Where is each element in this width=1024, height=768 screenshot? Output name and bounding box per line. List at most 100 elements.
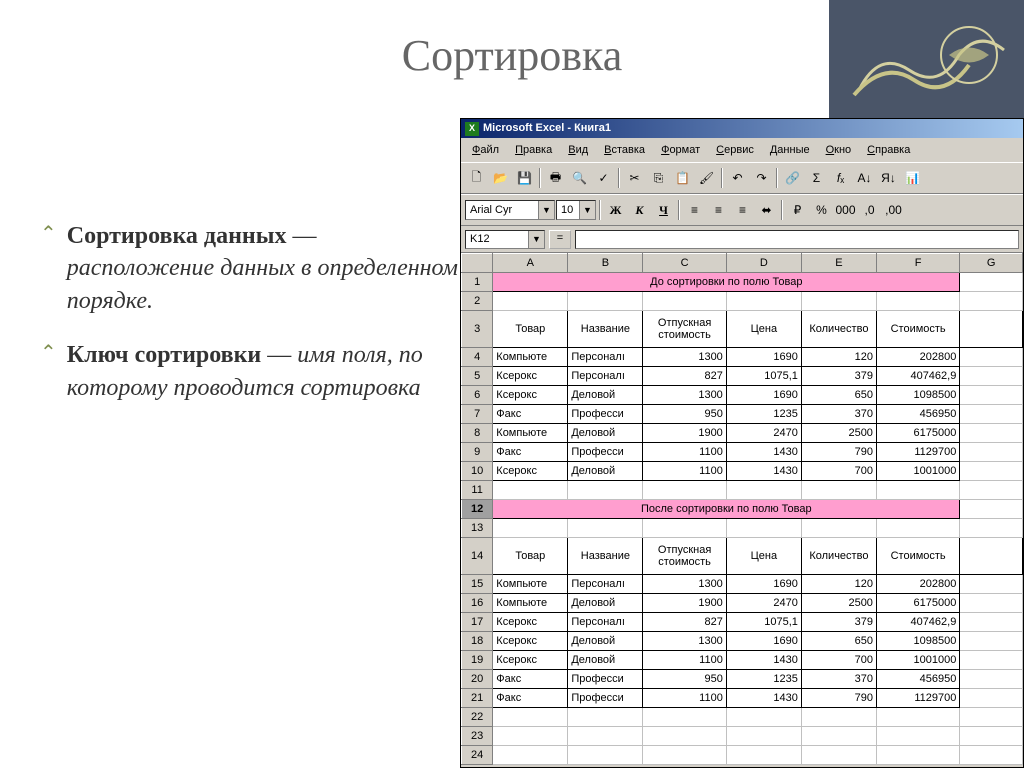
column-header[interactable]: G (960, 254, 1023, 273)
select-all-corner[interactable] (462, 254, 493, 273)
row-header[interactable]: 14 (462, 538, 493, 575)
cell[interactable]: Персоналı (568, 613, 643, 632)
menu-item[interactable]: Справка (860, 142, 917, 158)
cell[interactable]: 202800 (876, 348, 959, 367)
cell[interactable]: 700 (801, 651, 876, 670)
chart-icon[interactable]: 📊 (901, 167, 924, 190)
cell[interactable]: Персоналı (568, 575, 643, 594)
dropdown-icon[interactable]: ▼ (538, 201, 554, 219)
cell[interactable]: 650 (801, 386, 876, 405)
merge-center-icon[interactable]: ⬌ (755, 199, 778, 222)
cell[interactable] (960, 292, 1023, 311)
cell[interactable] (643, 708, 726, 727)
sort-desc-icon[interactable]: Я↓ (877, 167, 900, 190)
copy-icon[interactable]: ⎘ (647, 167, 670, 190)
cell[interactable] (726, 727, 801, 746)
cell[interactable] (960, 500, 1023, 519)
cell[interactable]: Деловой (568, 424, 643, 443)
cell[interactable]: 827 (643, 613, 726, 632)
cell[interactable] (960, 424, 1023, 443)
cell[interactable] (801, 746, 876, 765)
row-header[interactable]: 22 (462, 708, 493, 727)
menu-item[interactable]: Файл (465, 142, 506, 158)
cell[interactable]: 1690 (726, 386, 801, 405)
cell[interactable] (960, 481, 1023, 500)
cell[interactable] (568, 727, 643, 746)
format-painter-icon[interactable]: 🖌 (695, 167, 718, 190)
row-header[interactable]: 24 (462, 746, 493, 765)
cell[interactable] (568, 481, 643, 500)
cell[interactable] (960, 519, 1023, 538)
table-column-header[interactable]: Название (568, 311, 643, 348)
cell[interactable]: 790 (801, 443, 876, 462)
cell[interactable]: Персоналı (568, 348, 643, 367)
cell[interactable] (568, 292, 643, 311)
cell[interactable]: 1235 (726, 670, 801, 689)
menu-item[interactable]: Формат (654, 142, 707, 158)
worksheet-grid[interactable]: ABCDEFG1До сортировки по полю Товар23Тов… (461, 253, 1023, 765)
cell[interactable] (726, 292, 801, 311)
cell[interactable]: Ксерокс (493, 632, 568, 651)
cell[interactable]: Факс (493, 689, 568, 708)
cell[interactable]: Деловой (568, 594, 643, 613)
cut-icon[interactable]: ✂ (623, 167, 646, 190)
table-column-header[interactable]: Количество (801, 538, 876, 575)
cell[interactable]: Деловой (568, 462, 643, 481)
cell[interactable] (493, 746, 568, 765)
cell-reference-box[interactable]: K12▼ (465, 230, 545, 249)
cell[interactable]: 379 (801, 613, 876, 632)
cell[interactable] (801, 292, 876, 311)
cell[interactable]: 202800 (876, 575, 959, 594)
cell[interactable] (568, 519, 643, 538)
cell[interactable]: 6175000 (876, 594, 959, 613)
sort-asc-icon[interactable]: A↓ (853, 167, 876, 190)
cell[interactable]: Ксерокс (493, 651, 568, 670)
table-column-header[interactable]: Название (568, 538, 643, 575)
print-icon[interactable]: 🖶 (544, 167, 567, 190)
cell[interactable] (960, 311, 1023, 348)
cell[interactable]: 379 (801, 367, 876, 386)
cell[interactable]: Деловой (568, 651, 643, 670)
align-center-icon[interactable]: ≡ (707, 199, 730, 222)
row-header[interactable]: 20 (462, 670, 493, 689)
open-file-icon[interactable]: 📂 (489, 167, 512, 190)
menu-item[interactable]: Сервис (709, 142, 761, 158)
cell[interactable]: Компьюте (493, 594, 568, 613)
menu-item[interactable]: Правка (508, 142, 559, 158)
cell[interactable] (643, 481, 726, 500)
undo-icon[interactable]: ↶ (726, 167, 749, 190)
cell[interactable] (801, 708, 876, 727)
cell[interactable] (960, 613, 1023, 632)
cell[interactable]: 1100 (643, 443, 726, 462)
cell[interactable]: Професси (568, 405, 643, 424)
cell[interactable] (960, 746, 1023, 765)
row-header[interactable]: 16 (462, 594, 493, 613)
hyperlink-icon[interactable]: 🔗 (781, 167, 804, 190)
menu-item[interactable]: Вставка (597, 142, 652, 158)
cell[interactable]: 1300 (643, 386, 726, 405)
cell[interactable]: 407462,9 (876, 613, 959, 632)
cell[interactable]: Ксерокс (493, 367, 568, 386)
cell[interactable]: 1100 (643, 689, 726, 708)
row-header[interactable]: 7 (462, 405, 493, 424)
cell[interactable] (960, 575, 1023, 594)
cell[interactable] (960, 538, 1023, 575)
percent-icon[interactable]: % (810, 199, 833, 222)
cell[interactable] (568, 708, 643, 727)
cell[interactable]: 650 (801, 632, 876, 651)
cell[interactable]: 1430 (726, 462, 801, 481)
formula-equals-button[interactable]: = (549, 230, 571, 249)
section-banner-after[interactable]: После сортировки по полю Товар (493, 500, 960, 519)
font-name-selector[interactable]: Arial Cyr▼ (465, 200, 555, 220)
cell[interactable]: 1430 (726, 651, 801, 670)
cell[interactable] (960, 386, 1023, 405)
font-size-selector[interactable]: 10▼ (556, 200, 596, 220)
cell[interactable] (876, 746, 959, 765)
decrease-decimal-icon[interactable]: ,00 (882, 199, 905, 222)
cell[interactable] (960, 405, 1023, 424)
italic-button[interactable]: К (628, 199, 651, 222)
cell[interactable] (960, 689, 1023, 708)
cell[interactable] (876, 292, 959, 311)
cell[interactable]: 1100 (643, 651, 726, 670)
cell[interactable]: 1690 (726, 348, 801, 367)
